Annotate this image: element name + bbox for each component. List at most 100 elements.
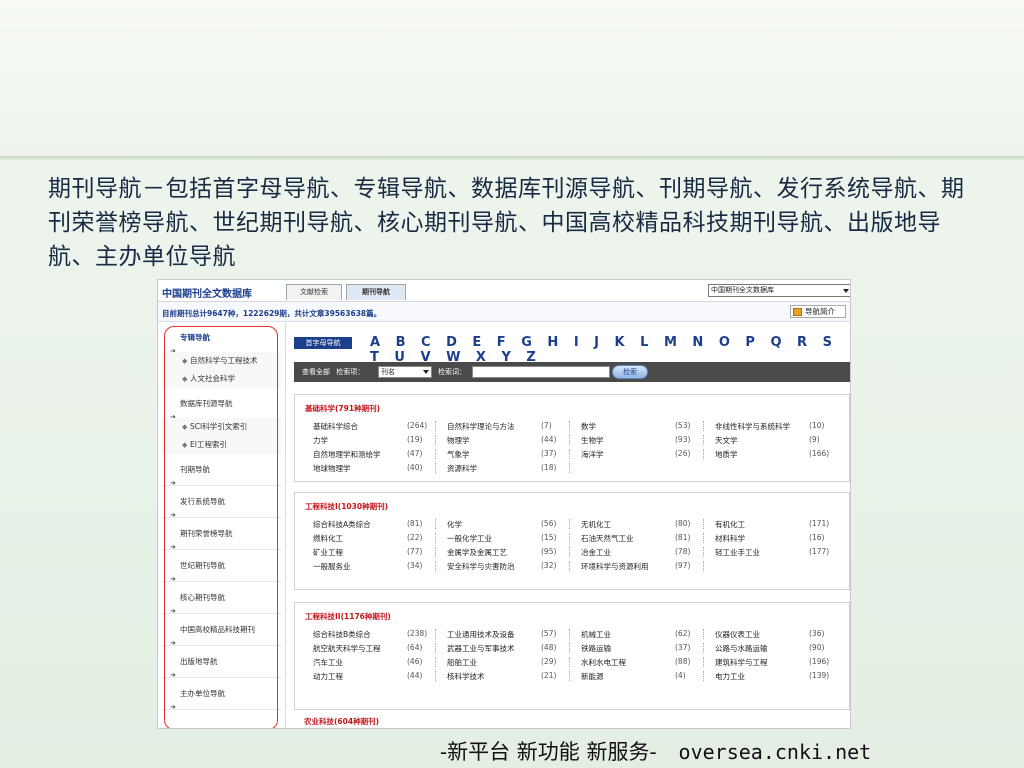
subject-link[interactable]: 基础科学综合 (313, 421, 358, 432)
subject-link[interactable]: 铁路运输 (581, 643, 611, 654)
journal-count: (97) (675, 561, 691, 570)
search-field-label: 检索项： (336, 368, 365, 376)
journal-count: (80) (675, 519, 691, 528)
column-separator (435, 463, 436, 473)
subject-link[interactable]: 一般服务业 (313, 561, 351, 572)
subject-link[interactable]: 新能源 (581, 671, 604, 682)
tab-journal-navigation[interactable]: 期刊导航 (346, 284, 406, 300)
subject-link[interactable]: 力学 (313, 435, 328, 446)
panel-title[interactable]: 基础科学(791种期刊) (305, 403, 380, 414)
subject-link[interactable]: 无机化工 (581, 519, 611, 530)
column-separator (569, 643, 570, 653)
alphabet-nav: 首字母导航 A B C D E F G H I J K L M N O P Q … (294, 332, 850, 365)
subject-link[interactable]: 动力工程 (313, 671, 343, 682)
subject-link[interactable]: 数学 (581, 421, 596, 432)
journal-count: (64) (407, 643, 423, 652)
slide-top-band (0, 0, 1024, 158)
subject-link[interactable]: 仪器仪表工业 (715, 629, 760, 640)
column-separator (569, 671, 570, 681)
journal-count: (57) (541, 629, 557, 638)
subject-link[interactable]: 轻工业手工业 (715, 547, 760, 558)
subject-link[interactable]: 工业通用技术及设备 (447, 629, 515, 640)
tab-document-search[interactable]: 文献检索 (286, 284, 342, 300)
column-separator (703, 629, 704, 639)
journal-count: (78) (675, 547, 691, 556)
journal-count: (18) (541, 463, 557, 472)
subject-link[interactable]: 安全科学与灾害防治 (447, 561, 515, 572)
subject-link[interactable]: 武器工业与军事技术 (447, 643, 515, 654)
subject-link[interactable]: 船舶工业 (447, 657, 477, 668)
subject-link[interactable]: 资源科学 (447, 463, 477, 474)
subject-link[interactable]: 材料科学 (715, 533, 745, 544)
app-brand: 中国期刊全文数据库 (162, 289, 252, 300)
journal-count: (81) (675, 533, 691, 542)
subject-link[interactable]: 建筑科学与工程 (715, 657, 768, 668)
search-button[interactable]: 检索 (612, 365, 648, 379)
subject-link[interactable]: 环境科学与资源利用 (581, 561, 649, 572)
chevron-down-icon (423, 370, 429, 374)
subject-link[interactable]: 矿业工程 (313, 547, 343, 558)
journal-count: (32) (541, 561, 557, 570)
column-separator (703, 547, 704, 557)
journal-count: (37) (541, 449, 557, 458)
subject-link[interactable]: 非线性科学与系统科学 (715, 421, 790, 432)
alphabet-letters[interactable]: A B C D E F G H I J K L M N O P Q R S T … (370, 335, 850, 365)
column-separator (435, 561, 436, 571)
journal-count: (196) (809, 657, 830, 666)
journal-count: (37) (675, 643, 691, 652)
subject-link[interactable]: 自然地理学和测绘学 (313, 449, 381, 460)
panel-title[interactable]: 农业科技(604种期刊) (304, 716, 379, 727)
column-separator (703, 519, 704, 529)
subject-link[interactable]: 海洋学 (581, 449, 604, 460)
subject-link[interactable]: 化学 (447, 519, 462, 530)
subject-link[interactable]: 机械工业 (581, 629, 611, 640)
subject-link[interactable]: 燃料化工 (313, 533, 343, 544)
subject-link[interactable]: 汽车工业 (313, 657, 343, 668)
subject-link[interactable]: 天文学 (715, 435, 738, 446)
column-separator (703, 643, 704, 653)
subject-link[interactable]: 物理学 (447, 435, 470, 446)
column-separator (435, 449, 436, 459)
journal-count: (77) (407, 547, 423, 556)
database-select[interactable]: 中国期刊全文数据库 (708, 284, 850, 297)
subject-link[interactable]: 金属学及金属工艺 (447, 547, 507, 558)
journal-count: (46) (407, 657, 423, 666)
column-separator (569, 463, 570, 473)
journal-count: (44) (541, 435, 557, 444)
column-separator (703, 671, 704, 681)
subject-link[interactable]: 一般化学工业 (447, 533, 492, 544)
subject-link[interactable]: 水利水电工程 (581, 657, 626, 668)
column-separator (569, 533, 570, 543)
subject-link[interactable]: 有机化工 (715, 519, 745, 530)
column-separator (435, 421, 436, 431)
search-scope[interactable]: 查看全部 (302, 368, 330, 376)
panel-title[interactable]: 工程科技II(1176种期刊) (305, 611, 391, 622)
subject-link[interactable]: 石油天然气工业 (581, 533, 634, 544)
journal-count: (19) (407, 435, 423, 444)
search-field-select[interactable]: 刊名 (378, 366, 432, 378)
subject-link[interactable]: 公路与水路运输 (715, 643, 768, 654)
panel-title[interactable]: 工程科技I(1030种期刊) (305, 501, 388, 512)
journal-count: (15) (541, 533, 557, 542)
journal-count: (36) (809, 629, 825, 638)
subject-panel: 基础科学(791种期刊) 基础科学综合 (264) 自然科学理论与方法 (7) 数学 (53… (294, 394, 850, 482)
subject-link[interactable]: 核科学技术 (447, 671, 485, 682)
subject-link[interactable]: 气象学 (447, 449, 470, 460)
journal-count: (29) (541, 657, 557, 666)
subject-link[interactable]: 综合科技A类综合 (313, 519, 371, 530)
subject-link[interactable]: 自然科学理论与方法 (447, 421, 515, 432)
subject-link[interactable]: 冶金工业 (581, 547, 611, 558)
subject-link[interactable]: 地质学 (715, 449, 738, 460)
column-separator (435, 547, 436, 557)
subject-link[interactable]: 航空航天科学与工程 (313, 643, 381, 654)
subject-link[interactable]: 电力工业 (715, 671, 745, 682)
journal-count: (22) (407, 533, 423, 542)
column-separator (435, 643, 436, 653)
highlight-box (164, 326, 278, 728)
search-input[interactable] (472, 366, 610, 378)
journal-count: (264) (407, 421, 428, 430)
navigation-intro-button[interactable]: 导航简介 (790, 305, 846, 318)
subject-link[interactable]: 综合科技B类综合 (313, 629, 371, 640)
subject-link[interactable]: 地球物理学 (313, 463, 351, 474)
subject-link[interactable]: 生物学 (581, 435, 604, 446)
